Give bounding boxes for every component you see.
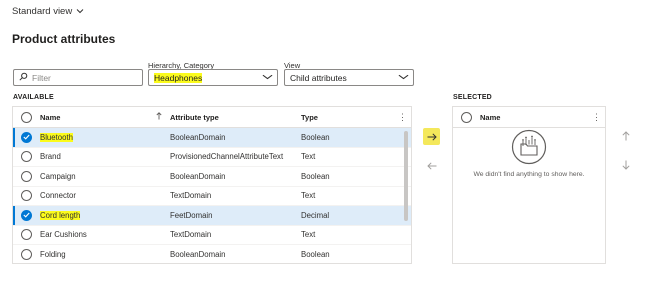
search-icon bbox=[19, 72, 28, 83]
unchecked-circle bbox=[21, 170, 32, 182]
row-checkbox[interactable] bbox=[13, 151, 40, 163]
attribute-type-column-header[interactable]: Attribute type bbox=[170, 113, 301, 122]
page-title: Product attributes bbox=[12, 32, 116, 46]
row-type: Decimal bbox=[301, 210, 330, 220]
selected-grid-header: Name ⋮ bbox=[453, 107, 605, 128]
row-attribute-type: TextDomain bbox=[170, 230, 212, 240]
hierarchy-dropdown[interactable]: Headphones bbox=[148, 69, 278, 86]
table-row[interactable]: Connector TextDomain Text bbox=[13, 187, 411, 206]
unchecked-circle bbox=[21, 229, 32, 241]
row-checkbox[interactable] bbox=[13, 170, 40, 182]
row-name-cell: Campaign bbox=[40, 172, 170, 181]
available-grid: Name Attribute type Type ⋮ Bluetooth Bool… bbox=[12, 106, 412, 264]
row-attribute-type: BooleanDomain bbox=[170, 132, 226, 142]
row-name-cell: Brand bbox=[40, 152, 170, 161]
selection-indicator bbox=[13, 206, 15, 225]
move-up-button[interactable] bbox=[617, 128, 634, 145]
more-options-icon[interactable]: ⋮ bbox=[592, 112, 601, 123]
row-name: Connector bbox=[40, 191, 76, 201]
row-name-cell: Cord length bbox=[40, 210, 170, 220]
row-name: Cord length bbox=[40, 210, 81, 220]
row-type: Text bbox=[301, 152, 316, 162]
select-all-checkbox[interactable] bbox=[13, 111, 40, 123]
type-column-header[interactable]: Type bbox=[301, 113, 401, 122]
row-type: Boolean bbox=[301, 249, 330, 259]
remove-button[interactable] bbox=[423, 157, 440, 174]
row-checkbox[interactable] bbox=[13, 190, 40, 202]
table-row[interactable]: Campaign BooleanDomain Boolean bbox=[13, 167, 411, 187]
row-name: Ear Cushions bbox=[40, 230, 87, 240]
chevron-down-icon bbox=[76, 6, 84, 17]
empty-folder-icon bbox=[511, 129, 547, 170]
checkmark-icon bbox=[21, 209, 32, 221]
row-name: Campaign bbox=[40, 171, 76, 181]
row-attribute-type: BooleanDomain bbox=[170, 249, 226, 259]
view-selector-label: Standard view bbox=[12, 6, 73, 17]
row-attribute-type: TextDomain bbox=[170, 191, 212, 201]
filter-placeholder: Filter bbox=[32, 72, 51, 83]
row-name-cell: Bluetooth bbox=[40, 132, 170, 142]
row-attribute-type: BooleanDomain bbox=[170, 171, 226, 181]
unchecked-circle bbox=[21, 190, 32, 202]
grid-header: Name Attribute type Type ⋮ bbox=[13, 107, 411, 128]
row-name-cell: Ear Cushions bbox=[40, 230, 170, 239]
row-name-cell: Folding bbox=[40, 250, 170, 259]
row-checkbox[interactable] bbox=[13, 229, 40, 241]
selected-section-label: SELECTED bbox=[453, 94, 492, 101]
table-row[interactable]: Bluetooth BooleanDomain Boolean bbox=[13, 128, 411, 148]
available-section-label: AVAILABLE bbox=[13, 94, 54, 101]
empty-state-message: We didn't find anything to show here. bbox=[473, 171, 585, 178]
table-row[interactable]: Brand ProvisionedChannelAttributeText Text bbox=[13, 148, 411, 167]
checkmark-icon bbox=[21, 131, 32, 143]
table-row[interactable]: Folding BooleanDomain Boolean bbox=[13, 245, 411, 263]
row-type: Text bbox=[301, 230, 316, 240]
grid-rows: Bluetooth BooleanDomain Boolean Brand Provis… bbox=[13, 128, 411, 263]
selected-name-column-header[interactable]: Name bbox=[480, 113, 500, 122]
view-value: Child attributes bbox=[290, 72, 347, 83]
row-attribute-type: FeetDomain bbox=[170, 210, 213, 220]
chevron-down-icon bbox=[262, 73, 274, 82]
row-name-cell: Connector bbox=[40, 191, 170, 200]
filter-input[interactable]: Filter bbox=[13, 69, 143, 86]
arrow-right-icon bbox=[427, 128, 437, 146]
arrow-down-icon bbox=[621, 157, 630, 175]
select-all-selected-checkbox[interactable] bbox=[453, 111, 480, 123]
arrow-left-icon bbox=[426, 157, 437, 175]
scrollbar[interactable] bbox=[404, 131, 408, 221]
unchecked-circle bbox=[21, 248, 32, 260]
row-type: Text bbox=[301, 191, 316, 201]
hierarchy-value: Headphones bbox=[154, 72, 203, 83]
sort-ascending-icon bbox=[156, 112, 162, 122]
row-checkbox[interactable] bbox=[13, 248, 40, 260]
row-checkbox[interactable] bbox=[13, 209, 40, 221]
row-name: Folding bbox=[40, 249, 66, 259]
unchecked-circle bbox=[21, 151, 32, 163]
table-row[interactable]: Ear Cushions TextDomain Text bbox=[13, 226, 411, 245]
name-column-header[interactable]: Name bbox=[40, 112, 170, 122]
view-selector[interactable]: Standard view bbox=[12, 6, 84, 17]
selection-indicator bbox=[13, 128, 15, 147]
more-options-icon[interactable]: ⋮ bbox=[398, 112, 407, 123]
row-attribute-type: ProvisionedChannelAttributeText bbox=[170, 152, 284, 162]
table-row[interactable]: Cord length FeetDomain Decimal bbox=[13, 206, 411, 226]
name-column-label: Name bbox=[40, 112, 61, 122]
row-name: Brand bbox=[40, 152, 61, 162]
row-type: Boolean bbox=[301, 171, 330, 181]
row-checkbox[interactable] bbox=[13, 131, 40, 143]
row-name: Bluetooth bbox=[40, 132, 73, 142]
arrow-up-icon bbox=[621, 128, 630, 146]
move-down-button[interactable] bbox=[617, 157, 634, 174]
add-button[interactable] bbox=[423, 128, 440, 145]
view-dropdown[interactable]: Child attributes bbox=[284, 69, 414, 86]
chevron-down-icon bbox=[398, 73, 410, 82]
row-type: Boolean bbox=[301, 132, 330, 142]
